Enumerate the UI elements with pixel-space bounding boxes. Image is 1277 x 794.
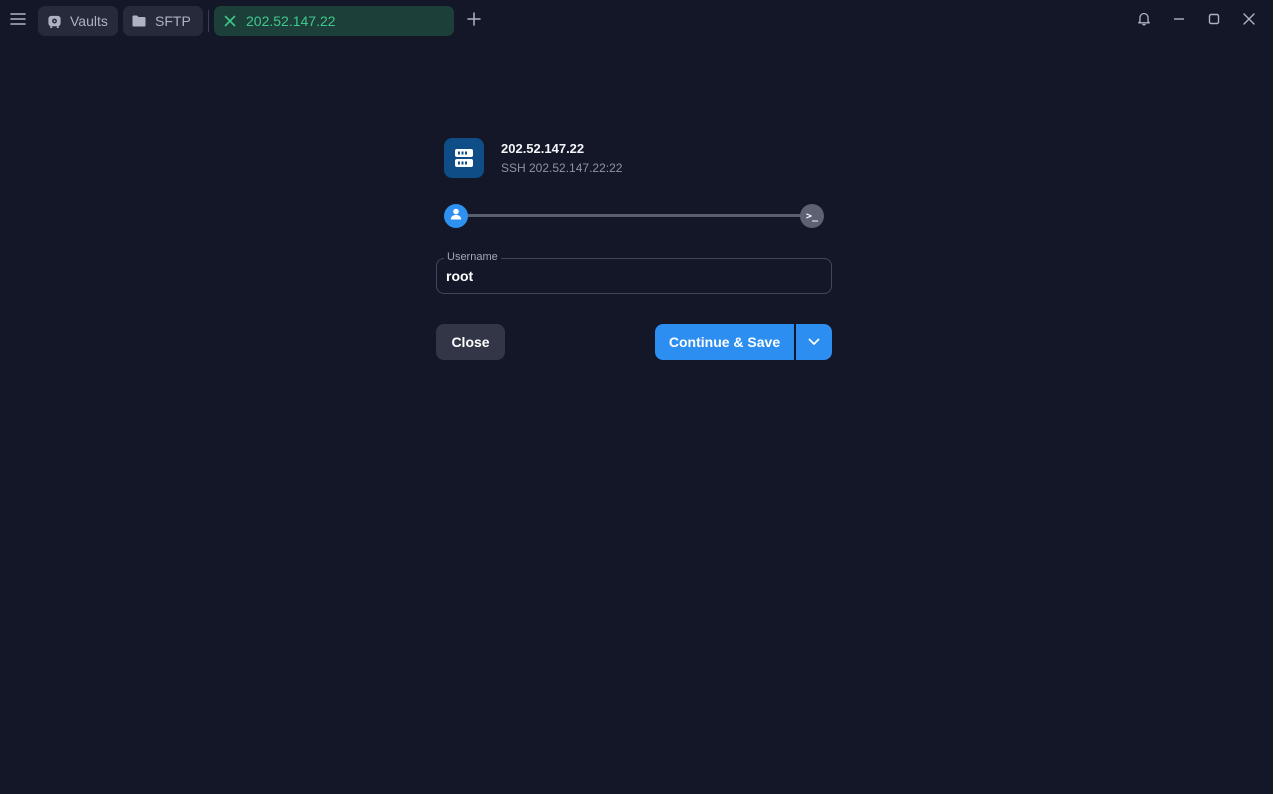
terminal-glyph: >_ bbox=[805, 210, 819, 222]
tab-sftp-label: SFTP bbox=[155, 13, 191, 29]
host-subtitle: SSH 202.52.147.22:22 bbox=[501, 161, 623, 175]
chevron-down-icon bbox=[808, 333, 820, 351]
tab-host-label: 202.52.147.22 bbox=[246, 13, 336, 29]
close-icon[interactable] bbox=[222, 13, 238, 29]
step-user bbox=[444, 204, 468, 228]
close-button[interactable]: Close bbox=[436, 324, 505, 360]
user-icon bbox=[449, 207, 463, 226]
tab-host[interactable]: 202.52.147.22 bbox=[214, 6, 454, 36]
close-window-button[interactable] bbox=[1239, 11, 1259, 31]
minimize-button[interactable] bbox=[1169, 11, 1189, 31]
window-edge bbox=[1273, 0, 1277, 794]
folder-icon bbox=[131, 13, 147, 29]
continue-options-button[interactable] bbox=[796, 324, 832, 360]
username-input[interactable] bbox=[446, 259, 816, 293]
minimize-icon bbox=[1173, 12, 1185, 30]
hamburger-icon bbox=[10, 12, 26, 31]
connection-progress-track bbox=[456, 214, 812, 217]
tab-separator bbox=[208, 10, 209, 32]
maximize-icon bbox=[1208, 12, 1220, 30]
close-icon bbox=[1243, 12, 1255, 30]
title-bar: Vaults SFTP 202.52.147.22 bbox=[0, 0, 1273, 42]
notifications-button[interactable] bbox=[1134, 11, 1154, 31]
bell-icon bbox=[1137, 11, 1151, 31]
username-field[interactable] bbox=[436, 258, 832, 294]
menu-button[interactable] bbox=[8, 11, 28, 31]
new-tab-button[interactable] bbox=[464, 11, 484, 31]
app-window: Vaults SFTP 202.52.147.22 202.52.147.22 … bbox=[0, 0, 1277, 794]
maximize-button[interactable] bbox=[1204, 11, 1224, 31]
tab-vaults-label: Vaults bbox=[70, 13, 108, 29]
vault-icon bbox=[46, 13, 62, 29]
host-title: 202.52.147.22 bbox=[501, 141, 585, 156]
tab-sftp[interactable]: SFTP bbox=[123, 6, 203, 36]
plus-icon bbox=[467, 11, 481, 31]
username-label: Username bbox=[444, 251, 501, 263]
step-terminal: >_ bbox=[800, 204, 824, 228]
tab-vaults[interactable]: Vaults bbox=[38, 6, 118, 36]
continue-save-button[interactable]: Continue & Save bbox=[655, 324, 794, 360]
server-icon bbox=[444, 138, 484, 178]
